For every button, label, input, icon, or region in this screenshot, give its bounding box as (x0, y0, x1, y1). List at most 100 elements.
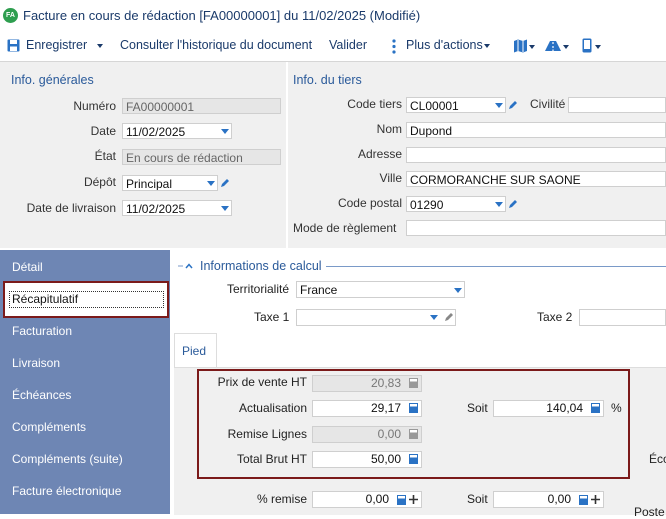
eco-label: Éco (649, 452, 666, 466)
validate-button[interactable]: Valider (329, 38, 367, 52)
actualisation-value: 29,17 (370, 401, 401, 415)
app-icon: FA (3, 8, 18, 23)
more-vertical-icon (392, 39, 396, 54)
toolbar: Enregistrer Consulter l'historique du do… (0, 33, 666, 62)
remise-lignes-field[interactable]: 0,00 (312, 426, 422, 443)
nav-item-echeances[interactable]: Échéances (12, 388, 71, 402)
prix-vente-field[interactable]: 20,83 (312, 375, 422, 392)
tiers-section-title: Info. du tiers (293, 73, 362, 87)
nav-item-recapitulatif[interactable]: Récapitulatif (3, 281, 169, 318)
actualisation-label: Actualisation (238, 401, 307, 415)
code-postal-dropdown-icon[interactable] (495, 202, 503, 207)
general-section-title: Info. générales (11, 73, 94, 87)
tiers-info-panel: Info. du tiers Code tiers CL00001 Civili… (288, 62, 666, 248)
remise-lignes-value: 0,00 (377, 427, 401, 441)
calculator-icon (409, 429, 418, 439)
livraison-dropdown-icon[interactable] (221, 206, 229, 211)
depot-field[interactable]: Principal (122, 175, 218, 191)
taxe1-label: Taxe 1 (254, 310, 290, 324)
depot-label: Dépôt (83, 175, 116, 189)
edit-depot-icon[interactable] (220, 178, 230, 188)
tab-pied[interactable]: Pied (174, 333, 217, 367)
poste-label: Poste (634, 505, 665, 519)
soit2-field[interactable]: 0,00 (493, 491, 604, 508)
total-brut-field[interactable]: 50,00 (312, 451, 422, 468)
total-brut-label: Total Brut HT (236, 452, 307, 466)
civilite-label: Civilité (530, 97, 566, 111)
adresse-label: Adresse (357, 147, 402, 161)
adresse-field[interactable] (406, 147, 666, 163)
territorialite-dropdown-icon[interactable] (454, 288, 462, 293)
soit-field[interactable]: 140,04 (493, 400, 604, 417)
ville-label: Ville (379, 171, 402, 185)
mobile-icon[interactable] (582, 38, 592, 53)
livraison-label: Date de livraison (26, 201, 116, 215)
history-button[interactable]: Consulter l'historique du document (120, 38, 312, 52)
section-divider (326, 266, 666, 267)
edit-code-postal-icon[interactable] (508, 199, 518, 209)
soit-label: Soit (467, 401, 488, 415)
chevron-down-icon[interactable] (97, 43, 104, 48)
map-menu-chevron-icon[interactable] (529, 45, 535, 49)
pct-remise-value: 0,00 (365, 492, 389, 506)
prix-vente-value: 20,83 (370, 376, 401, 390)
prix-vente-label: Prix de vente HT (217, 375, 307, 389)
truck-icon[interactable] (545, 40, 561, 52)
route-menu-chevron-icon[interactable] (563, 45, 569, 49)
ville-field[interactable]: CORMORANCHE SUR SAONE (406, 171, 666, 187)
window-title: Facture en cours de rédaction [FA0000000… (23, 8, 421, 23)
plus-icon[interactable] (591, 495, 600, 504)
civilite-field[interactable] (568, 97, 666, 113)
depot-dropdown-icon[interactable] (207, 181, 215, 186)
code-tiers-dropdown-icon[interactable] (495, 103, 503, 108)
nav-item-detail[interactable]: Détail (12, 260, 43, 274)
calculator-icon[interactable] (409, 403, 418, 413)
save-icon[interactable] (7, 39, 20, 52)
nav-item-complements-suite[interactable]: Compléments (suite) (12, 452, 123, 466)
more-actions-button[interactable]: Plus d'actions (406, 38, 490, 52)
nom-field[interactable]: Dupond (406, 122, 666, 138)
date-field[interactable]: 11/02/2025 (122, 123, 232, 139)
calculator-icon[interactable] (409, 454, 418, 464)
territorialite-label: Territorialité (227, 282, 290, 296)
nav-item-complements[interactable]: Compléments (12, 420, 86, 434)
pct-remise-label: % remise (256, 492, 307, 506)
taxe2-field[interactable] (579, 309, 666, 326)
code-postal-field[interactable]: 01290 (406, 196, 506, 212)
actualisation-field[interactable]: 29,17 (312, 400, 422, 417)
mobile-menu-chevron-icon[interactable] (595, 45, 601, 49)
pct-remise-field[interactable]: 0,00 (312, 491, 422, 508)
nav-item-livraison[interactable]: Livraison (12, 356, 60, 370)
total-brut-value: 50,00 (370, 452, 401, 466)
general-info-panel: Info. générales Numéro FA00000001 Date 1… (0, 62, 286, 248)
remise-lignes-label: Remise Lignes (227, 427, 307, 441)
edit-taxe1-icon[interactable] (444, 312, 454, 322)
etat-label: État (94, 149, 116, 163)
taxe1-dropdown-icon[interactable] (430, 315, 438, 320)
plus-icon[interactable] (409, 495, 418, 504)
nav-item-facture-electronique[interactable]: Facture électronique (12, 484, 121, 498)
calculator-icon[interactable] (591, 403, 600, 413)
calculator-icon[interactable] (579, 495, 588, 505)
code-tiers-field[interactable]: CL00001 (406, 97, 506, 113)
code-postal-label: Code postal (337, 196, 402, 210)
tab-pied-label: Pied (182, 344, 207, 358)
etat-field[interactable]: En cours de rédaction (122, 149, 281, 165)
territorialite-field[interactable]: France (296, 281, 465, 298)
nav-item-facturation[interactable]: Facturation (12, 324, 72, 338)
numero-label: Numéro (73, 99, 116, 113)
taxe2-label: Taxe 2 (537, 310, 573, 324)
numero-field[interactable]: FA00000001 (122, 98, 281, 114)
title-bar: FA Facture en cours de rédaction [FA0000… (0, 0, 666, 32)
livraison-field[interactable]: 11/02/2025 (122, 200, 232, 216)
map-icon[interactable] (513, 39, 528, 53)
collapse-section-icon[interactable] (178, 262, 200, 270)
calc-section-title: Informations de calcul (200, 259, 322, 273)
save-button[interactable]: Enregistrer (26, 38, 104, 52)
code-tiers-label: Code tiers (347, 97, 402, 111)
reglement-field[interactable] (406, 220, 666, 236)
date-label: Date (90, 124, 116, 138)
date-dropdown-icon[interactable] (221, 129, 229, 134)
calculator-icon[interactable] (397, 495, 406, 505)
edit-tiers-icon[interactable] (508, 100, 518, 110)
